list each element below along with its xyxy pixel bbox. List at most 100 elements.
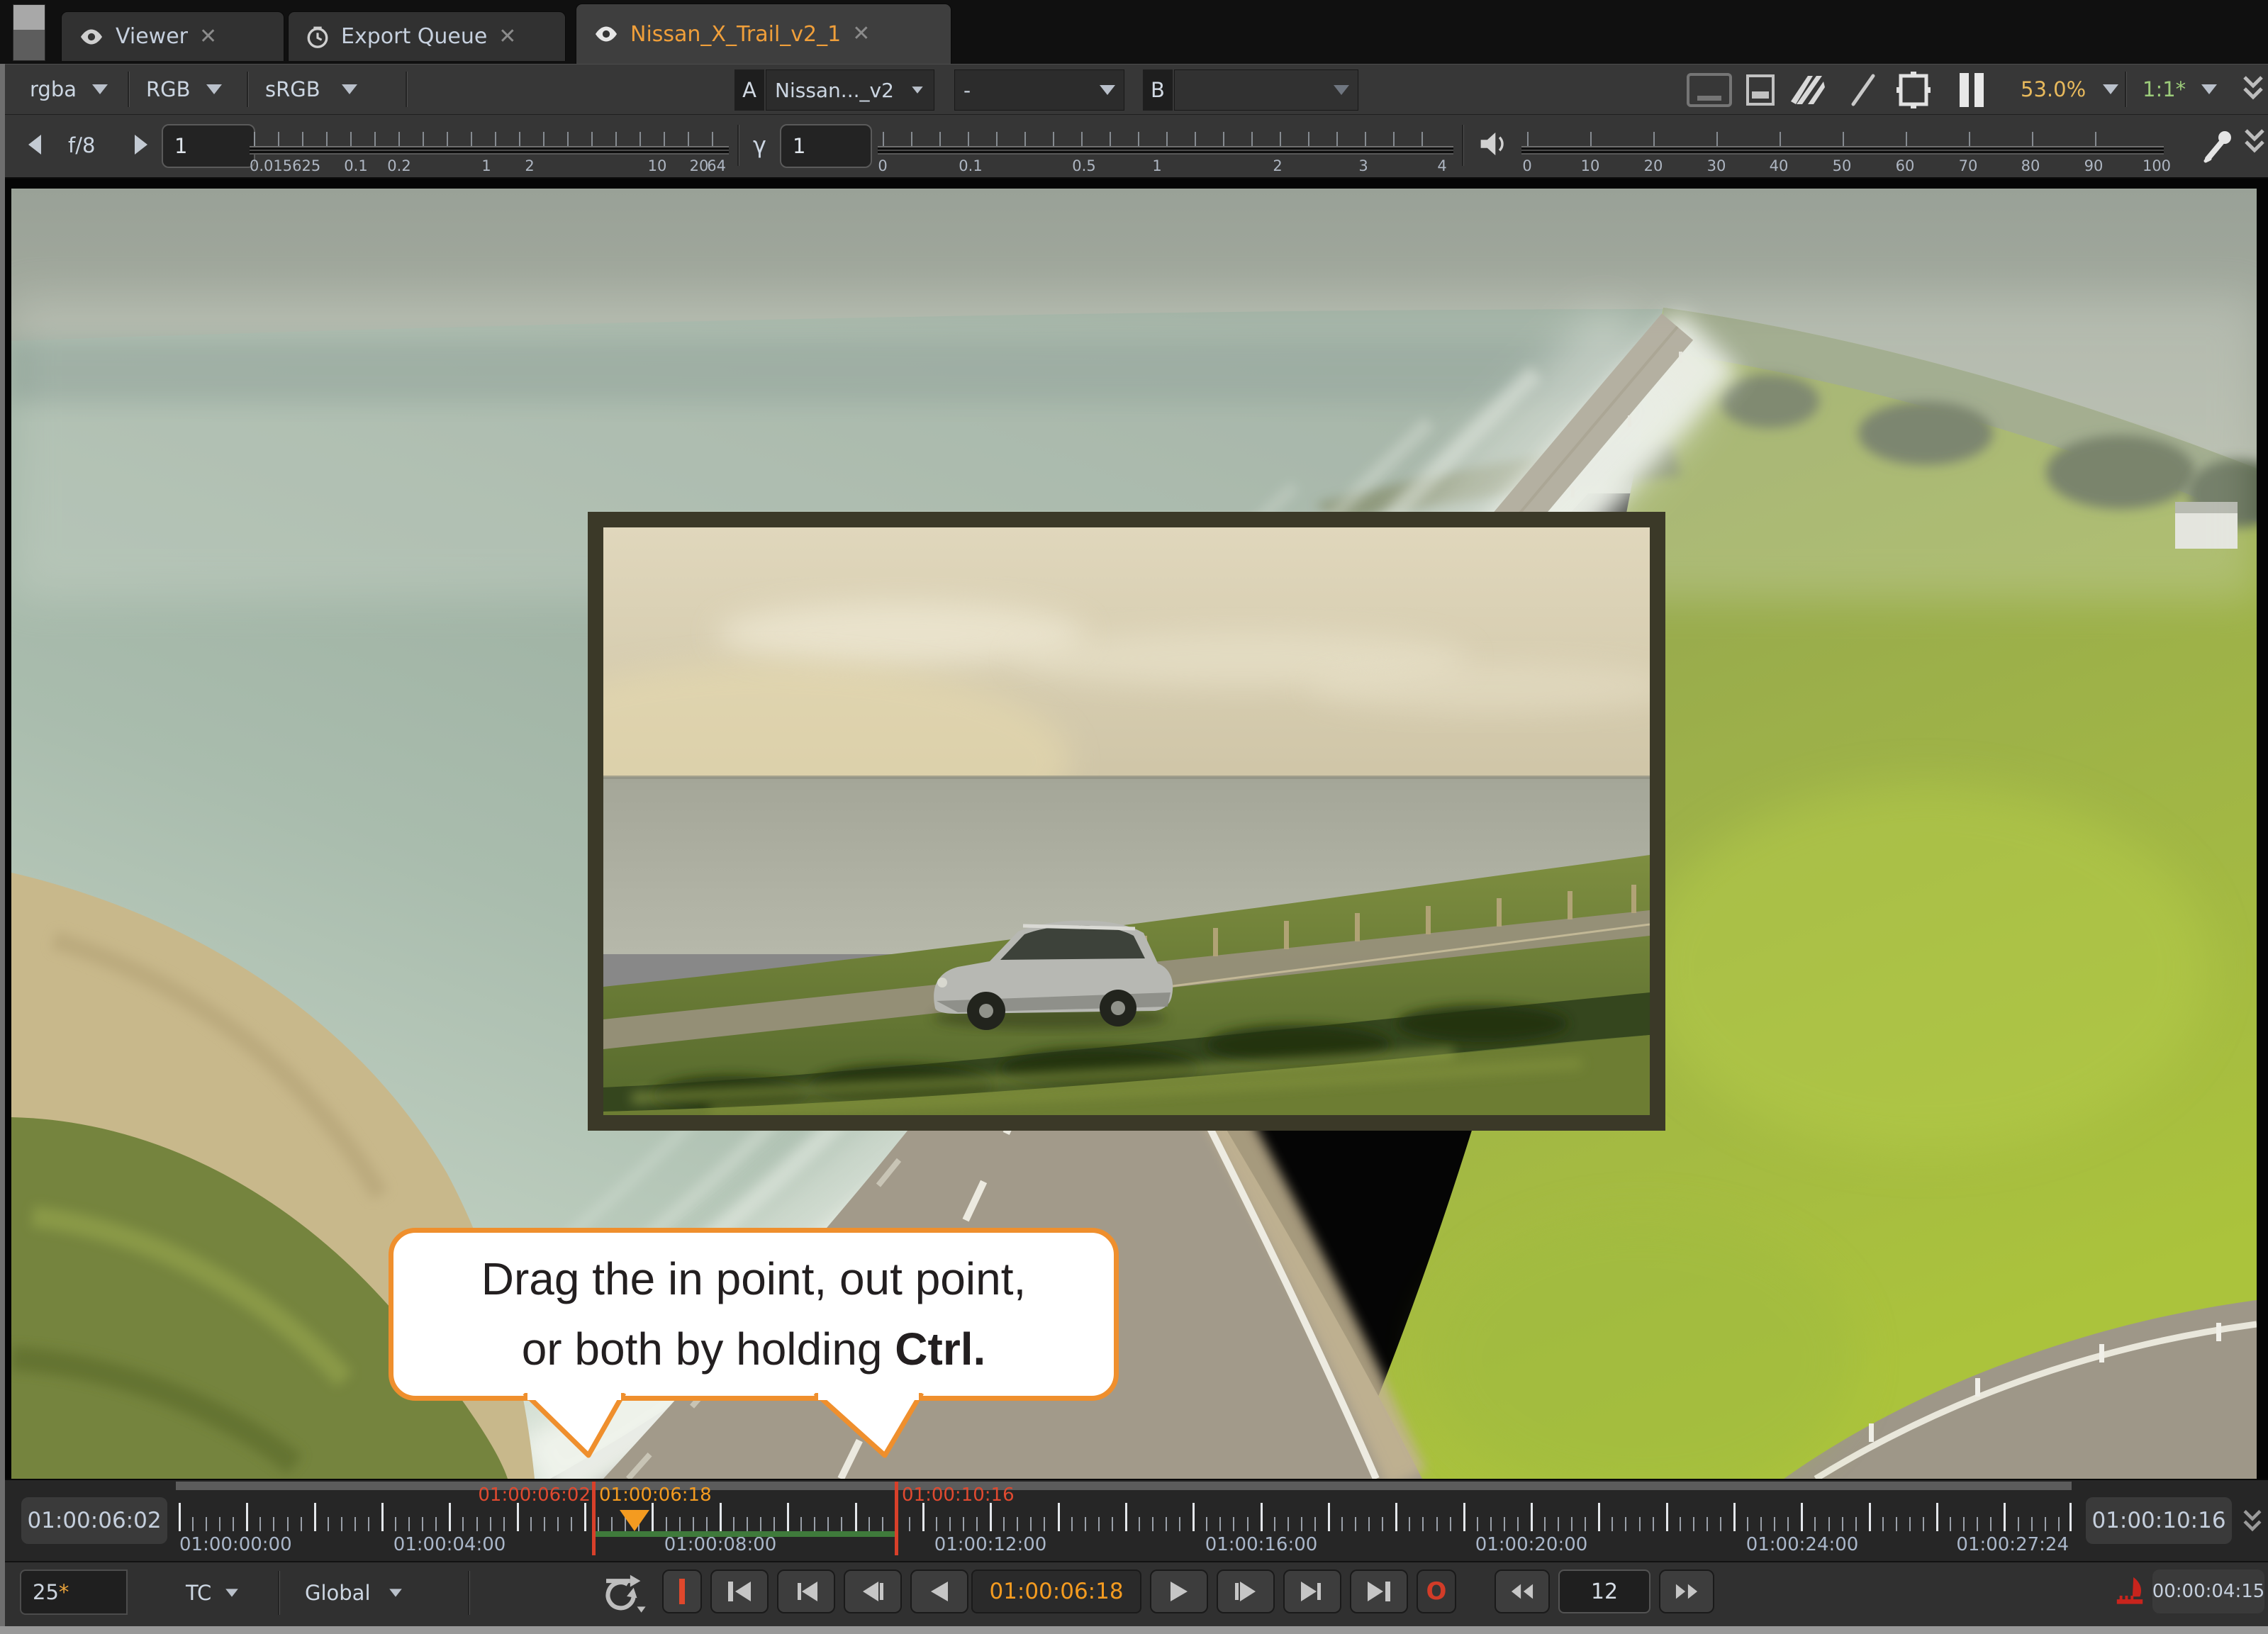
input-b-dropdown[interactable]	[1174, 69, 1358, 111]
ruler-tick	[381, 1503, 384, 1531]
callout-line2: or both by holding Ctrl.	[393, 1314, 1114, 1384]
play-forward-icon	[1163, 1579, 1195, 1604]
ruler-tick	[1206, 1517, 1207, 1531]
playhead-marker[interactable]	[620, 1510, 649, 1531]
volume-tick-label: 50	[1833, 157, 1852, 174]
zoom-level-value: 53.0%	[2021, 77, 2086, 101]
skip-forward-button[interactable]	[1283, 1569, 1341, 1613]
frame-forward-button[interactable]	[1659, 1569, 1714, 1613]
ruler-tick	[259, 1517, 261, 1531]
ruler-tick	[1936, 1503, 1938, 1531]
ruler-tick	[1422, 1517, 1424, 1531]
in-point-marker[interactable]	[592, 1482, 596, 1555]
timeline-range-bar[interactable]	[176, 1482, 2072, 1490]
fstop-increase-button[interactable]	[135, 135, 147, 155]
proxy-mode-button[interactable]	[1743, 73, 1777, 110]
divider	[278, 1571, 280, 1615]
tab-viewer[interactable]: Viewer ✕	[61, 11, 284, 61]
gamma-symbol: γ	[753, 132, 766, 159]
ruler-tick	[1341, 1517, 1343, 1531]
ruler-tick	[1814, 1517, 1816, 1531]
go-to-end-button[interactable]	[1350, 1569, 1408, 1613]
eyedropper-icon[interactable]	[2202, 126, 2236, 166]
input-a-value: Nissan..._v2	[775, 79, 894, 102]
chevron-down-icon	[92, 84, 108, 94]
fps-dropdown[interactable]: 25*	[20, 1569, 128, 1615]
timeline-second-label: 01:00:12:00	[934, 1534, 1047, 1555]
play-forward-button[interactable]	[1150, 1569, 1208, 1613]
pane-splitter-handle[interactable]	[13, 4, 45, 61]
channels-dropdown[interactable]: rgba	[30, 77, 108, 101]
ruler-tick	[1409, 1517, 1410, 1531]
display-mode-dropdown[interactable]: RGB	[146, 77, 222, 101]
tab-nissan-x-trail[interactable]: Nissan_X_Trail_v2_1 ✕	[576, 4, 951, 64]
volume-tick-label: 60	[1896, 157, 1915, 174]
close-icon[interactable]: ✕	[498, 26, 516, 47]
skip-back-button[interactable]	[777, 1569, 835, 1613]
range-end-field[interactable]: 01:00:10:16	[2086, 1497, 2232, 1544]
volume-slider-track[interactable]	[1521, 146, 2164, 155]
current-time-field[interactable]: 01:00:06:02	[21, 1497, 167, 1544]
wipe-mode-dropdown[interactable]: -	[954, 69, 1124, 111]
pause-display-button[interactable]	[1955, 72, 1988, 111]
ruler-tick	[301, 1517, 302, 1531]
collapse-exposure-button[interactable]	[2242, 128, 2267, 162]
pixel-aspect-value: 1:1*	[2143, 77, 2186, 101]
frame-increment-input[interactable]: 12	[1558, 1569, 1650, 1613]
wipe-icon-button[interactable]	[1789, 73, 1826, 110]
gain-slider-track[interactable]	[250, 146, 729, 155]
timeline-second-label: 01:00:08:00	[664, 1534, 777, 1555]
timeline-ruler[interactable]	[176, 1501, 2072, 1531]
timecode-mode-dropdown[interactable]: TC	[186, 1581, 240, 1605]
close-icon[interactable]: ✕	[199, 26, 217, 47]
ruler-tick	[1247, 1517, 1248, 1531]
play-backward-button[interactable]	[910, 1569, 968, 1613]
gain-display-toggle-button[interactable]	[1686, 72, 1733, 111]
input-a-dropdown[interactable]: Nissan..._v2	[766, 69, 934, 111]
callout-tails	[389, 1393, 1109, 1464]
roi-button[interactable]	[1895, 70, 1932, 113]
tab-export-queue[interactable]: Export Queue ✕	[288, 11, 566, 61]
frame-back-button[interactable]	[1495, 1569, 1550, 1613]
pixel-aspect-dropdown[interactable]: 1:1*	[2143, 77, 2217, 101]
go-to-start-button[interactable]	[710, 1569, 769, 1613]
timecode-mode-value: TC	[186, 1581, 211, 1605]
collapse-timeline-button[interactable]	[2240, 1509, 2264, 1540]
gamma-slider-track[interactable]	[878, 146, 1453, 155]
playback-mode-button[interactable]	[599, 1572, 646, 1616]
out-point-marker[interactable]	[895, 1482, 898, 1555]
in-bar-icon	[679, 1579, 685, 1604]
ruler-tick	[1233, 1517, 1234, 1531]
chevron-down-icon	[389, 1589, 402, 1596]
chevron-down-icon	[2201, 84, 2217, 94]
ruler-tick	[800, 1517, 802, 1531]
fstop-decrease-button[interactable]	[28, 135, 41, 155]
step-back-button[interactable]	[844, 1569, 902, 1613]
ruler-tick	[476, 1517, 478, 1531]
close-icon[interactable]: ✕	[852, 23, 870, 45]
set-in-point-button[interactable]	[662, 1569, 702, 1613]
viewer-canvas[interactable]	[0, 179, 2268, 1479]
ruler-tick	[679, 1517, 681, 1531]
ruler-tick	[1760, 1517, 1762, 1531]
frame-range-dropdown[interactable]: Global	[305, 1581, 403, 1605]
zoom-level-dropdown[interactable]: 53.0%	[2021, 77, 2118, 101]
clock-icon	[306, 25, 330, 49]
current-timecode-field[interactable]: 01:00:06:18	[971, 1569, 1141, 1613]
step-forward-button[interactable]	[1217, 1569, 1275, 1613]
ruler-tick	[909, 1517, 910, 1531]
gamma-tick-label: 0.1	[959, 157, 982, 174]
ruler-tick	[1274, 1517, 1275, 1531]
ruler-tick	[517, 1503, 519, 1531]
ruler-tick	[422, 1517, 423, 1531]
viewer-window: Viewer ✕ Export Queue ✕ Nissan_X_Trail_v…	[0, 0, 2268, 1634]
ruler-tick	[882, 1517, 883, 1531]
speaker-icon[interactable]	[1477, 129, 1510, 162]
set-out-point-button[interactable]: O	[1417, 1569, 1456, 1613]
collapse-toolbar-button[interactable]	[2240, 74, 2266, 108]
gamma-input[interactable]: 1	[780, 124, 872, 168]
colorspace-dropdown[interactable]: sRGB	[265, 77, 357, 101]
gain-input[interactable]: 1	[162, 124, 255, 168]
slash-overlay-button[interactable]	[1848, 73, 1879, 110]
gain-slider-ticks	[254, 132, 725, 146]
